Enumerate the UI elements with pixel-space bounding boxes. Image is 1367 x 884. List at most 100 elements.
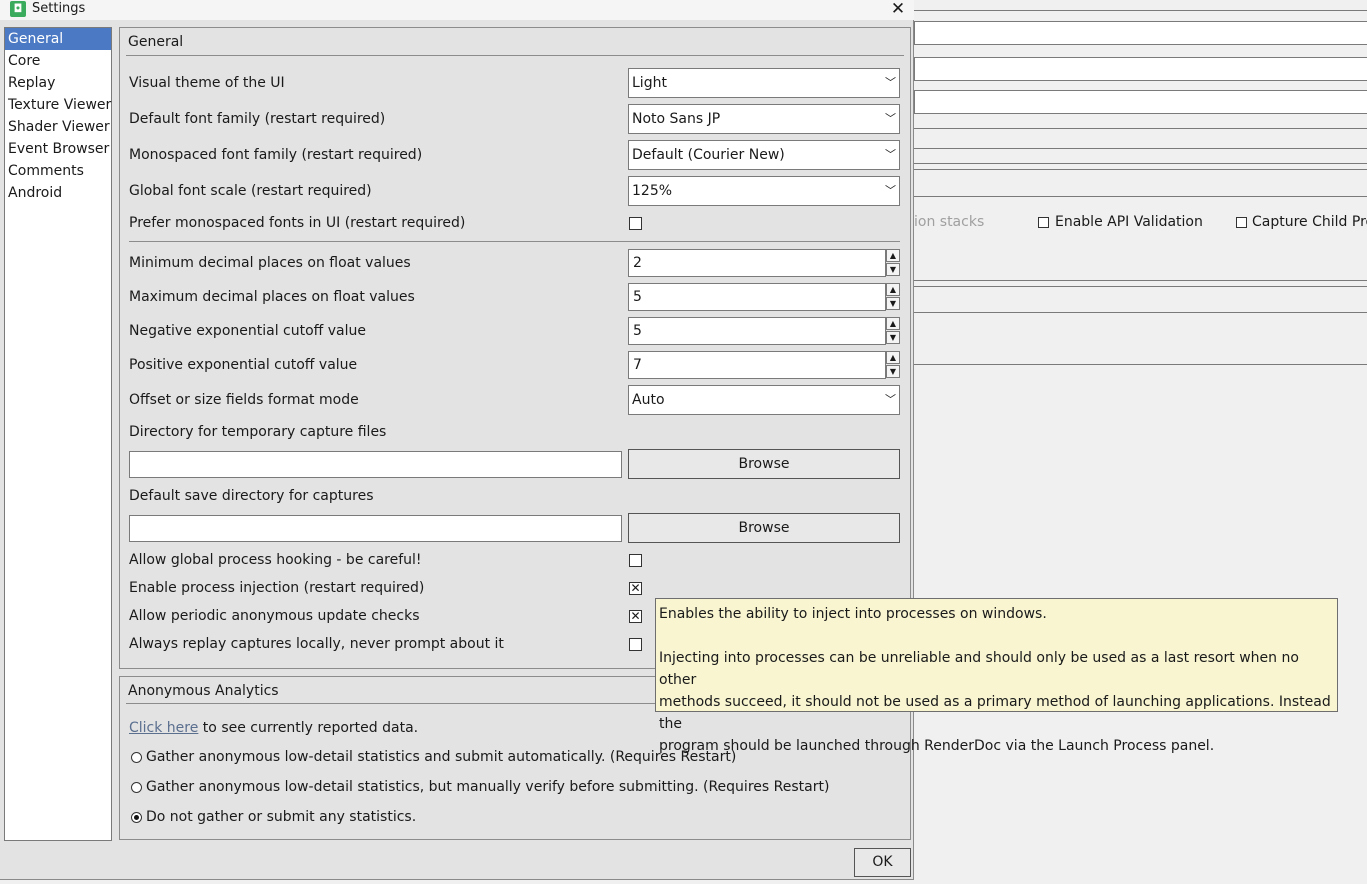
sidebar-item-replay[interactable]: Replay [5,72,111,94]
offset-format-value: Auto [632,392,665,408]
neg-exp-label: Negative exponential cutoff value [129,323,367,339]
sidebar-item-event-browser[interactable]: Event Browser [5,138,111,160]
min-decimal-label: Minimum decimal places on float values [129,255,411,271]
theme-value: Light [632,75,667,91]
sidebar-item-core[interactable]: Core [5,50,111,72]
process-injection-checkbox[interactable]: ✕ [629,582,642,595]
temp-dir-input[interactable] [129,451,622,478]
analytics-none-label: Do not gather or submit any statistics. [146,809,417,825]
font-scale-select[interactable]: 125% ﹀ [628,176,900,206]
spin-up-icon[interactable]: ▲ [886,249,900,262]
process-injection-tooltip: Enables the ability to inject into proce… [655,598,1338,754]
spin-up-icon[interactable]: ▲ [886,317,900,330]
bg-field [914,21,1367,45]
bg-api-validation-checkbox [1038,217,1049,228]
renderdoc-app-icon: ◘ [10,1,26,17]
bg-divider [914,364,1367,365]
group-title-divider [126,55,904,56]
font-family-value: Noto Sans JP [632,111,721,127]
spin-up-icon[interactable]: ▲ [886,351,900,364]
bg-field [914,90,1367,114]
bg-faded-text: ion stacks [914,214,985,230]
spin-down-icon[interactable]: ▼ [886,365,900,378]
pos-exp-label: Positive exponential cutoff value [129,357,358,373]
bg-divider [914,280,1367,281]
bg-capture-child-checkbox [1236,217,1247,228]
process-injection-label: Enable process injection (restart requir… [129,580,425,596]
sidebar-item-android[interactable]: Android [5,182,111,204]
bg-divider [914,312,1367,313]
tooltip-line: Enables the ability to inject into proce… [659,606,1047,622]
neg-exp-input[interactable]: 5 [628,317,886,345]
update-checks-label: Allow periodic anonymous update checks [129,608,420,624]
replay-local-checkbox[interactable] [629,638,642,651]
font-scale-label: Global font scale (restart required) [129,183,372,199]
ok-button[interactable]: OK [854,848,911,877]
replay-local-label: Always replay captures locally, never pr… [129,636,504,652]
group-title-divider [126,703,656,704]
bg-divider [914,196,1367,197]
min-decimal-spinner[interactable]: ▲ ▼ [886,249,900,277]
temp-dir-label: Directory for temporary capture files [129,424,387,440]
pos-exp-spinner[interactable]: ▲ ▼ [886,351,900,379]
save-dir-browse-button[interactable]: Browse [628,513,900,543]
section-divider [129,241,900,242]
offset-format-select[interactable]: Auto ﹀ [628,385,900,415]
offset-format-label: Offset or size fields format mode [129,392,359,408]
analytics-auto-radio[interactable] [131,752,142,763]
font-family-label: Default font family (restart required) [129,111,386,127]
max-decimal-input[interactable]: 5 [628,283,886,311]
save-dir-input[interactable] [129,515,622,542]
bg-divider [914,128,1367,129]
tooltip-line: Injecting into processes can be unreliab… [659,650,1299,688]
temp-dir-browse-button[interactable]: Browse [628,449,900,479]
spin-up-icon[interactable]: ▲ [886,283,900,296]
window-title: Settings [32,1,86,16]
bg-divider [914,169,1367,170]
min-decimal-input[interactable]: 2 [628,249,886,277]
max-decimal-spinner[interactable]: ▲ ▼ [886,283,900,311]
spin-down-icon[interactable]: ▼ [886,331,900,344]
prefer-mono-label: Prefer monospaced fonts in UI (restart r… [129,215,466,231]
prefer-mono-checkbox[interactable] [629,217,642,230]
analytics-manual-radio[interactable] [131,782,142,793]
theme-select[interactable]: Light ﹀ [628,68,900,98]
chevron-down-icon: ﹀ [885,148,896,161]
settings-sidebar: General Core Replay Texture Viewer Shade… [4,27,112,841]
chevron-down-icon: ﹀ [885,184,896,197]
global-hook-label: Allow global process hooking - be carefu… [129,552,422,568]
chevron-down-icon: ﹀ [885,112,896,125]
analytics-none-radio[interactable] [131,812,142,823]
font-family-select[interactable]: Noto Sans JP ﹀ [628,104,900,134]
chevron-down-icon: ﹀ [885,393,896,406]
general-group-title: General [128,34,184,50]
click-here-link[interactable]: Click here [129,720,198,736]
neg-exp-spinner[interactable]: ▲ ▼ [886,317,900,345]
update-checks-checkbox[interactable]: ✕ [629,610,642,623]
global-hook-checkbox[interactable] [629,554,642,567]
analytics-group-title: Anonymous Analytics [128,683,279,699]
sidebar-item-comments[interactable]: Comments [5,160,111,182]
spin-down-icon[interactable]: ▼ [886,263,900,276]
analytics-report-suffix: to see currently reported data. [198,720,419,736]
pos-exp-input[interactable]: 7 [628,351,886,379]
tooltip-line: program should be launched through Rende… [659,738,1215,754]
mono-font-select[interactable]: Default (Courier New) ﹀ [628,140,900,170]
analytics-report-text: Click here to see currently reported dat… [129,720,418,736]
sidebar-item-shader-viewer[interactable]: Shader Viewer [5,116,111,138]
bg-divider [914,286,1367,287]
bg-field [914,57,1367,81]
bg-api-validation-label: Enable API Validation [1055,214,1203,230]
chevron-down-icon: ﹀ [885,76,896,89]
spin-down-icon[interactable]: ▼ [886,297,900,310]
sidebar-item-general[interactable]: General [5,28,111,50]
close-icon[interactable]: ✕ [888,0,908,19]
mono-font-label: Monospaced font family (restart required… [129,147,423,163]
tooltip-spacer [659,625,1334,647]
title-bar: ◘ Settings ✕ [0,0,914,20]
bg-divider [914,10,1367,11]
max-decimal-label: Maximum decimal places on float values [129,289,415,305]
bg-divider [914,148,1367,149]
sidebar-item-texture-viewer[interactable]: Texture Viewer [5,94,111,116]
analytics-manual-label: Gather anonymous low-detail statistics, … [146,779,830,795]
